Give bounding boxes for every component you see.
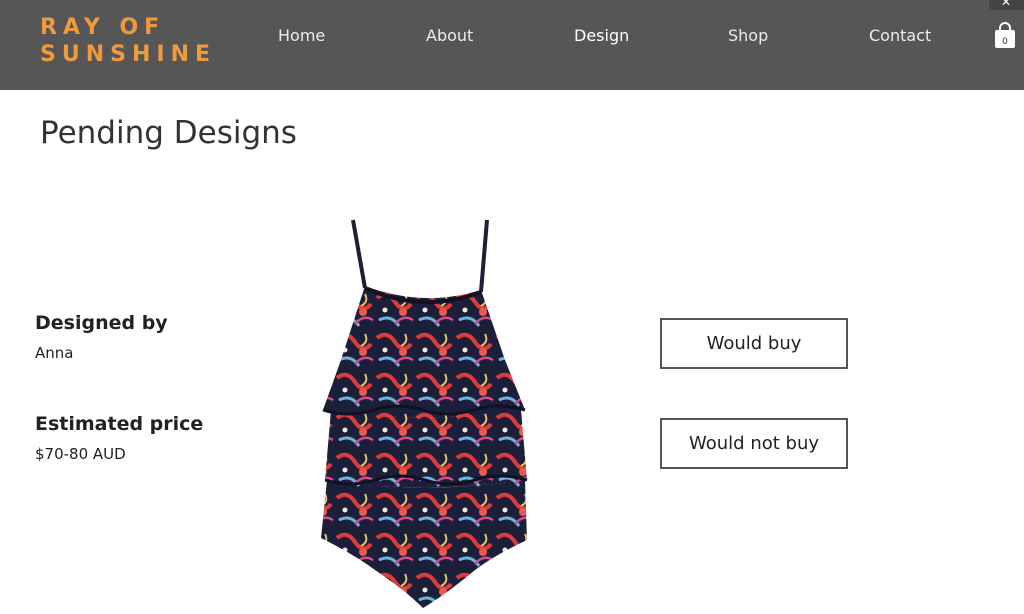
designer-name: Anna [35, 344, 74, 362]
nav-design[interactable]: Design [574, 26, 629, 45]
estimated-price-value: $70-80 AUD [35, 445, 126, 463]
designed-by-label: Designed by [35, 312, 168, 334]
close-icon[interactable]: ✕ [989, 0, 1024, 10]
nav-contact[interactable]: Contact [869, 26, 931, 45]
brand-line-1: RAY OF [40, 15, 166, 40]
brand-logo[interactable]: RAY OF SUNSHINE [40, 14, 216, 68]
shopping-bag-icon[interactable]: 0 [993, 22, 1017, 49]
would-not-buy-button[interactable]: Would not buy [660, 418, 848, 469]
site-header: RAY OF SUNSHINE Home About Design Shop C… [0, 0, 1024, 90]
cart-count: 0 [1002, 37, 1008, 47]
brand-line-2: SUNSHINE [40, 42, 217, 67]
page-title: Pending Designs [40, 114, 297, 151]
estimated-price-label: Estimated price [35, 413, 204, 435]
nav-home[interactable]: Home [278, 26, 325, 45]
design-image [295, 210, 555, 610]
nav-shop[interactable]: Shop [728, 26, 768, 45]
would-buy-button[interactable]: Would buy [660, 318, 848, 369]
nav-about[interactable]: About [426, 26, 473, 45]
